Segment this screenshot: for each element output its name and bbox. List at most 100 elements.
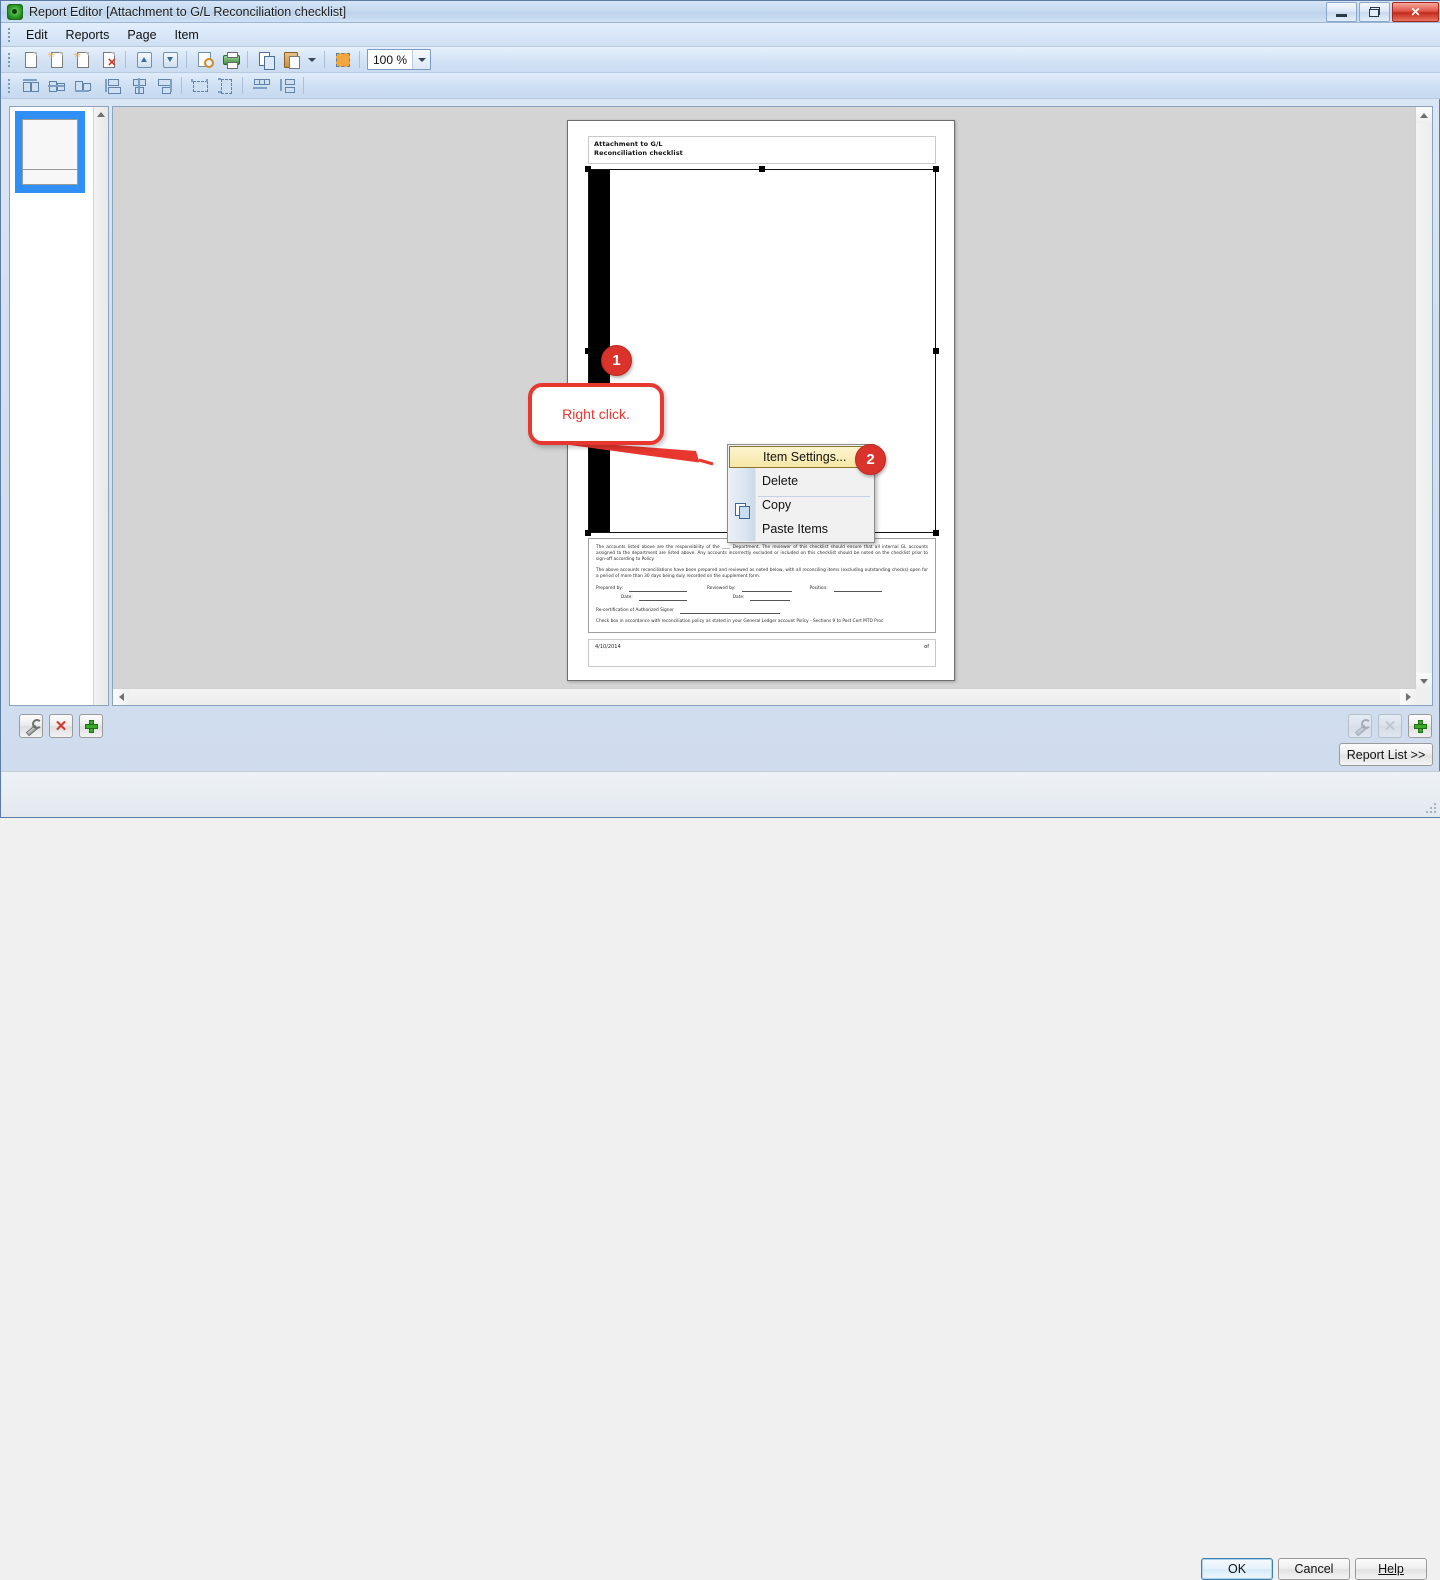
canvas-vertical-scrollbar[interactable] xyxy=(1415,107,1432,689)
align-left-icon[interactable] xyxy=(100,74,124,98)
prepared-by-line xyxy=(629,585,688,592)
toolbar-separator xyxy=(125,51,126,68)
selection-handle-middle-right[interactable] xyxy=(933,348,939,354)
report-editor-icon xyxy=(7,3,23,20)
delete-x-button[interactable]: ✕ xyxy=(1378,714,1402,738)
minimize-button[interactable] xyxy=(1326,2,1357,22)
cancel-button[interactable]: Cancel xyxy=(1278,1558,1350,1580)
restore-button[interactable] xyxy=(1359,2,1390,22)
page-tools-left: ✕ xyxy=(19,714,103,738)
align-center-icon[interactable] xyxy=(126,74,150,98)
toolbar-separator xyxy=(181,77,182,94)
snap-to-grid-icon[interactable] xyxy=(330,48,354,72)
position-label: Position: xyxy=(809,586,828,591)
align-toolbar-gripper[interactable] xyxy=(4,77,14,95)
recertification-line xyxy=(679,607,780,614)
paste-dropdown-icon[interactable] xyxy=(305,48,319,72)
document-footer-date: 4/10/2014 xyxy=(595,644,621,650)
scroll-right-button[interactable] xyxy=(1400,689,1416,705)
signature-row-1: Prepared by: Reviewed by: Position: xyxy=(596,585,928,592)
context-menu-item-delete[interactable]: Delete xyxy=(728,469,874,493)
date-label-2: Date: xyxy=(732,595,745,600)
selection-handle-top-left[interactable] xyxy=(585,166,591,172)
move-down-icon[interactable] xyxy=(157,48,181,72)
canvas-horizontal-scrollbar[interactable] xyxy=(113,688,1416,705)
close-icon: ✕ xyxy=(1410,5,1421,19)
scroll-up-button[interactable] xyxy=(1416,107,1432,123)
triangle-down-icon xyxy=(1420,678,1428,684)
selection-handle-bottom-left[interactable] xyxy=(585,530,591,536)
document-header-band[interactable]: Attachment to G/L Reconciliation checkli… xyxy=(588,136,936,164)
selection-handle-top-center[interactable] xyxy=(759,166,765,172)
same-width-icon[interactable] xyxy=(187,74,211,98)
scroll-left-button[interactable] xyxy=(113,689,129,705)
same-height-icon[interactable] xyxy=(213,74,237,98)
align-toolbar xyxy=(1,73,1440,99)
selection-handle-bottom-right[interactable] xyxy=(933,530,939,536)
scroll-down-button[interactable] xyxy=(1416,673,1432,689)
dialog-button-bar: OK Cancel Help xyxy=(1,771,1440,1580)
document-certification-block[interactable]: The accounts listed above are the respon… xyxy=(588,538,936,633)
callout-balloon: Right click. xyxy=(528,383,664,445)
ok-button[interactable]: OK xyxy=(1201,1558,1273,1580)
align-middle-icon[interactable] xyxy=(44,74,68,98)
space-horizontal-icon[interactable] xyxy=(248,74,272,98)
delete-page-icon[interactable]: ✕ xyxy=(96,48,120,72)
align-right-icon[interactable] xyxy=(152,74,176,98)
selection-handle-top-right[interactable] xyxy=(933,166,939,172)
space-vertical-icon[interactable] xyxy=(274,74,298,98)
main-toolbar: ✳ ✳ ✕ 100 % xyxy=(1,47,1440,73)
align-bottom-icon[interactable] xyxy=(70,74,94,98)
menu-item-item[interactable]: Item xyxy=(166,25,208,45)
context-menu-item-item-settings[interactable]: Item Settings... xyxy=(729,446,873,468)
resize-grip[interactable] xyxy=(1426,803,1438,815)
reviewed-by-label: Reviewed by: xyxy=(707,586,736,591)
paste-icon[interactable] xyxy=(279,48,303,72)
step-marker-1: 1 xyxy=(601,345,632,376)
triangle-left-icon xyxy=(118,693,124,701)
thumbnail-scrollbar[interactable] xyxy=(93,107,108,705)
open-report-icon[interactable] xyxy=(18,48,42,72)
settings-wrench-button[interactable] xyxy=(19,714,43,738)
title-bar: Report Editor [Attachment to G/L Reconci… xyxy=(1,1,1440,23)
selection-handle-middle-left[interactable] xyxy=(585,348,591,354)
triangle-up-icon xyxy=(1420,112,1428,118)
report-list-button[interactable]: Report List >> xyxy=(1339,743,1433,766)
zoom-combobox[interactable]: 100 % xyxy=(367,49,431,70)
step-marker-2: 2 xyxy=(855,444,886,475)
certification-note: Check box in accordance with reconciliat… xyxy=(596,619,884,624)
delete-x-button[interactable]: ✕ xyxy=(49,714,73,738)
copy-icon[interactable] xyxy=(253,48,277,72)
page-thumbnail-1[interactable] xyxy=(15,111,85,193)
page-canvas[interactable]: Attachment to G/L Reconciliation checkli… xyxy=(113,107,1416,689)
close-button[interactable]: ✕ xyxy=(1392,2,1439,22)
toolbar-separator xyxy=(324,51,325,68)
wrench-icon xyxy=(1353,719,1371,733)
x-icon: ✕ xyxy=(1383,717,1397,735)
help-button[interactable]: Help xyxy=(1355,1558,1427,1580)
print-preview-icon[interactable] xyxy=(192,48,216,72)
settings-wrench-button[interactable] xyxy=(1348,714,1372,738)
menu-item-reports[interactable]: Reports xyxy=(57,25,119,45)
document-footer-band[interactable]: 4/10/2014 of xyxy=(588,639,936,667)
print-icon[interactable] xyxy=(218,48,242,72)
move-up-icon[interactable] xyxy=(131,48,155,72)
zoom-dropdown-button[interactable] xyxy=(412,50,430,69)
editor-content: Attachment to G/L Reconciliation checkli… xyxy=(9,106,1433,706)
menu-item-page[interactable]: Page xyxy=(118,25,165,45)
context-menu: Item Settings... Delete Copy Paste Items xyxy=(727,444,875,543)
align-top-icon[interactable] xyxy=(18,74,42,98)
new-page-icon[interactable]: ✳ xyxy=(44,48,68,72)
menu-bar: Edit Reports Page Item xyxy=(1,23,1440,47)
add-plus-button[interactable] xyxy=(1408,714,1432,738)
menu-gripper[interactable] xyxy=(4,26,14,44)
toolbar-gripper[interactable] xyxy=(4,51,14,69)
page-canvas-container: Attachment to G/L Reconciliation checkli… xyxy=(112,106,1433,706)
new-page-copy-icon[interactable]: ✳ xyxy=(70,48,94,72)
add-plus-button[interactable] xyxy=(79,714,103,738)
menu-item-edit[interactable]: Edit xyxy=(17,25,57,45)
scroll-up-button[interactable] xyxy=(94,107,108,121)
context-menu-item-paste-items[interactable]: Paste Items xyxy=(728,517,874,541)
wrench-icon xyxy=(24,719,42,733)
date-line-1 xyxy=(638,594,687,601)
